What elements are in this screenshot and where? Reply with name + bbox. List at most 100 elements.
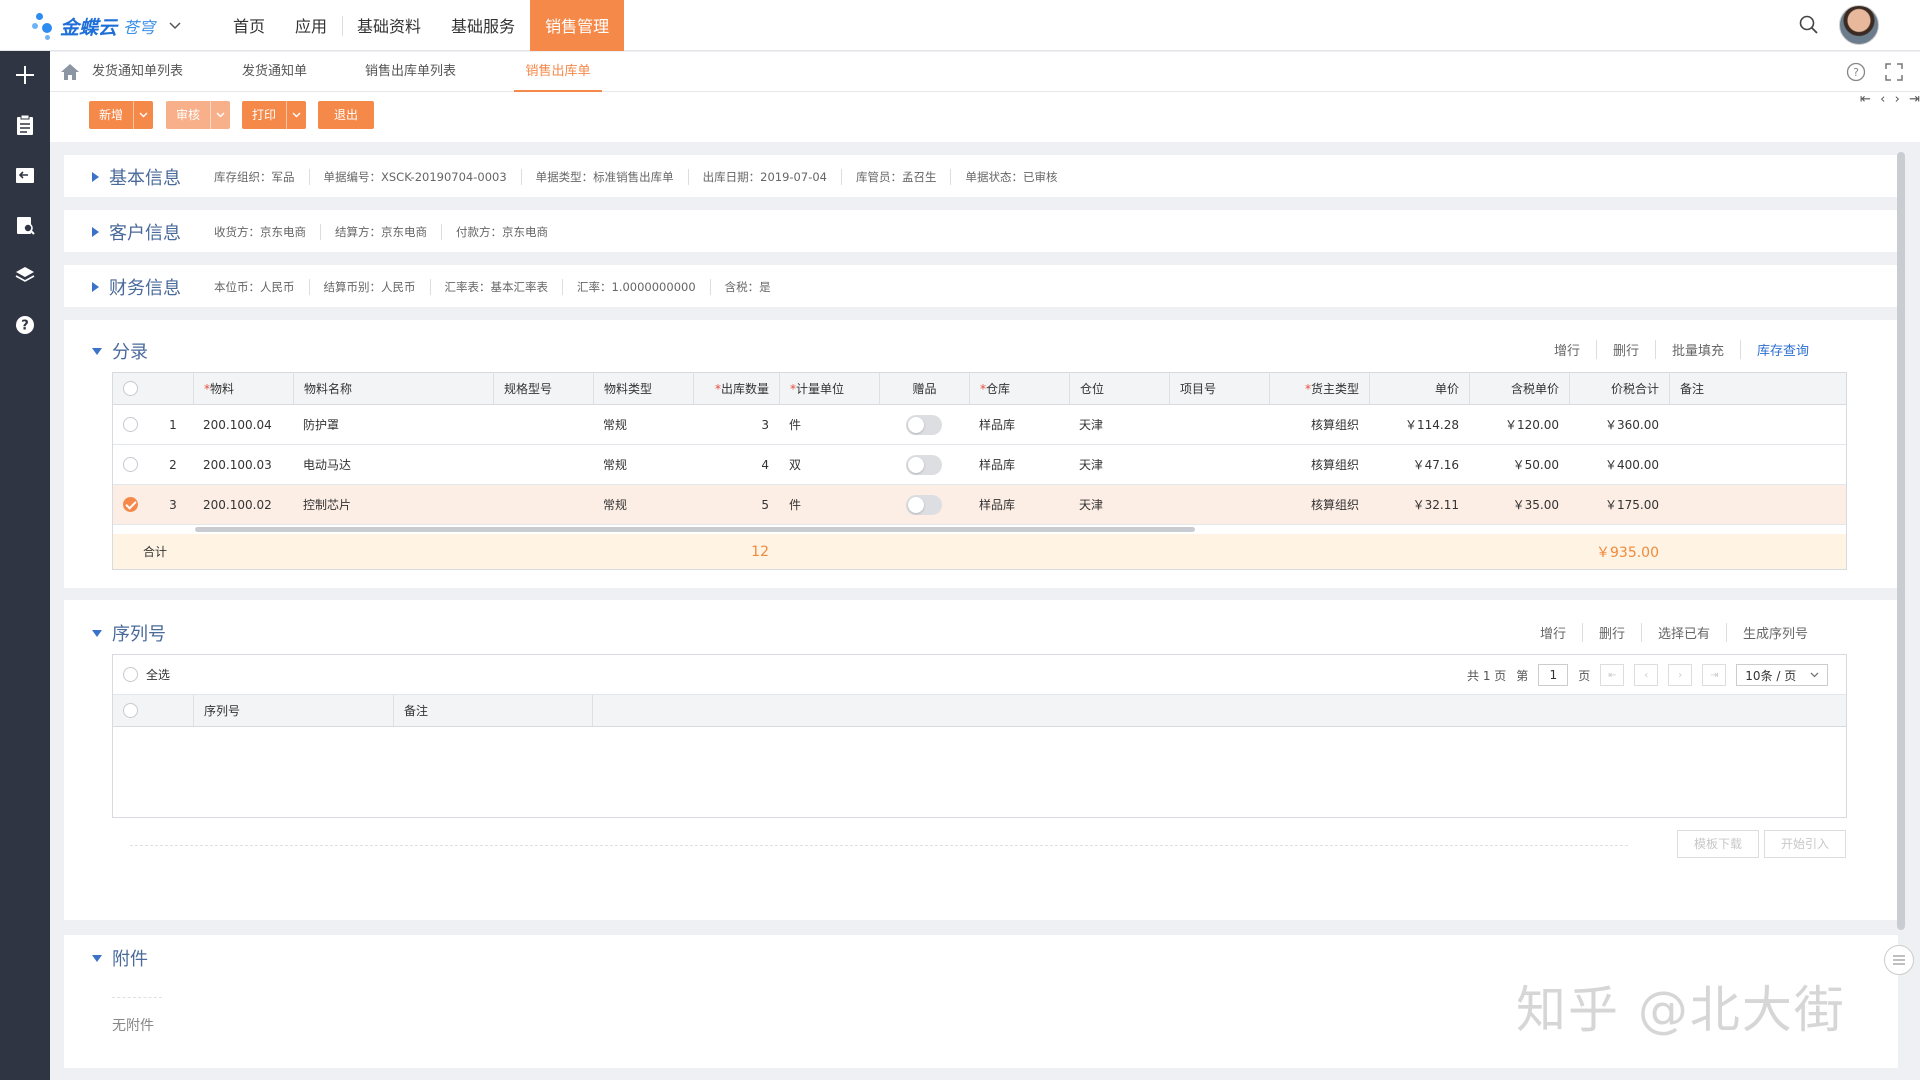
cell-warehouse[interactable]: 样品库 bbox=[969, 405, 1069, 444]
template-download-button[interactable]: 模板下载 bbox=[1677, 830, 1759, 858]
table-row-selected[interactable]: 3 200.100.02 控制芯片 常规 5 件 样品库 天津 核算组织 ￥32… bbox=[113, 485, 1846, 525]
nav-sales-management[interactable]: 销售管理 bbox=[530, 0, 625, 51]
exit-button[interactable]: 退出 bbox=[318, 101, 375, 129]
select-all-radio[interactable] bbox=[123, 381, 138, 396]
chevron-down-icon[interactable] bbox=[133, 101, 153, 129]
help-icon[interactable]: ? bbox=[13, 313, 37, 337]
select-all-radio[interactable] bbox=[123, 703, 138, 718]
start-import-button[interactable]: 开始引入 bbox=[1764, 830, 1846, 858]
cell-owner-type[interactable]: 核算组织 bbox=[1269, 405, 1369, 444]
table-row[interactable]: 2 200.100.03 电动马达 常规 4 双 样品库 天津 核算组织 ￥47… bbox=[113, 445, 1846, 485]
delete-row-button[interactable]: 删行 bbox=[1582, 623, 1641, 642]
vertical-scrollbar[interactable] bbox=[1897, 152, 1905, 930]
row-radio-cell[interactable] bbox=[113, 445, 153, 484]
layers-icon[interactable] bbox=[13, 263, 37, 287]
add-row-button[interactable]: 增行 bbox=[1538, 340, 1596, 359]
cell-location[interactable]: 天津 bbox=[1069, 445, 1169, 484]
cell-owner-type[interactable]: 核算组织 bbox=[1269, 445, 1369, 484]
attachments-header[interactable]: 附件 bbox=[92, 945, 148, 971]
search-icon[interactable] bbox=[1798, 14, 1820, 36]
select-existing-button[interactable]: 选择已有 bbox=[1641, 623, 1726, 642]
cell-material[interactable]: 200.100.04 bbox=[193, 405, 293, 444]
col-unit[interactable]: * 计量单位 bbox=[779, 373, 879, 404]
cell-location[interactable]: 天津 bbox=[1069, 405, 1169, 444]
col-gift[interactable]: 赠品 bbox=[879, 373, 969, 404]
first-record-icon[interactable]: ⇤ bbox=[1860, 92, 1871, 110]
row-radio-checked[interactable] bbox=[123, 497, 138, 512]
cell-unit[interactable]: 件 bbox=[779, 405, 879, 444]
cell-warehouse[interactable]: 样品库 bbox=[969, 485, 1069, 524]
tab-sales-outbound[interactable]: 销售出库单 bbox=[514, 52, 602, 92]
cell-material-name[interactable]: 防护罩 bbox=[293, 405, 493, 444]
prev-page-icon[interactable]: ‹ bbox=[1634, 664, 1659, 686]
nav-basic-data[interactable]: 基础资料 bbox=[342, 0, 436, 51]
gift-toggle-cell[interactable] bbox=[879, 485, 969, 524]
cell-tax-price[interactable]: ￥120.00 bbox=[1469, 405, 1569, 444]
customer-info-header[interactable]: 客户信息 bbox=[92, 219, 181, 245]
prev-record-icon[interactable]: ‹ bbox=[1880, 92, 1885, 110]
gift-toggle-cell[interactable] bbox=[879, 445, 969, 484]
col-material-name[interactable]: 物料名称 bbox=[293, 373, 493, 404]
stock-query-button[interactable]: 库存查询 bbox=[1740, 340, 1825, 359]
page-size-select[interactable]: 10条 / 页 bbox=[1736, 664, 1829, 686]
nav-apps[interactable]: 应用 bbox=[280, 0, 342, 51]
select-all-radio[interactable] bbox=[123, 667, 138, 682]
cell-material[interactable]: 200.100.02 bbox=[193, 485, 293, 524]
cell-material-name[interactable]: 电动马达 bbox=[293, 445, 493, 484]
col-warehouse[interactable]: * 仓库 bbox=[969, 373, 1069, 404]
entries-header[interactable]: 分录 bbox=[92, 338, 148, 364]
basic-info-header[interactable]: 基本信息 bbox=[92, 164, 181, 190]
cell-unit-price[interactable]: ￥32.11 bbox=[1369, 485, 1469, 524]
cell-quantity[interactable]: 4 bbox=[693, 445, 779, 484]
gift-toggle-cell[interactable] bbox=[879, 405, 969, 444]
col-remark[interactable]: 备注 bbox=[393, 695, 593, 726]
tab-delivery-notice-list[interactable]: 发货通知单列表 bbox=[92, 52, 183, 92]
cell-total[interactable]: ￥400.00 bbox=[1569, 445, 1669, 484]
print-button[interactable]: 打印 bbox=[242, 101, 307, 129]
col-serial-number[interactable]: 序列号 bbox=[193, 695, 393, 726]
add-row-button[interactable]: 增行 bbox=[1524, 623, 1582, 642]
cell-material-type[interactable]: 常规 bbox=[593, 485, 693, 524]
home-icon[interactable] bbox=[60, 63, 80, 81]
scrollbar-thumb[interactable] bbox=[195, 527, 1195, 532]
menu-lines-icon[interactable] bbox=[1884, 945, 1914, 975]
nav-basic-services[interactable]: 基础服务 bbox=[436, 0, 530, 51]
horizontal-scrollbar[interactable] bbox=[113, 525, 1846, 534]
generate-serial-button[interactable]: 生成序列号 bbox=[1726, 623, 1824, 642]
cell-quantity[interactable]: 3 bbox=[693, 405, 779, 444]
col-material[interactable]: * 物料 bbox=[193, 373, 293, 404]
tab-delivery-notice[interactable]: 发货通知单 bbox=[242, 52, 307, 92]
cell-unit[interactable]: 双 bbox=[779, 445, 879, 484]
select-all-cell[interactable] bbox=[113, 373, 193, 404]
cell-owner-type[interactable]: 核算组织 bbox=[1269, 485, 1369, 524]
select-all-cell[interactable] bbox=[113, 695, 193, 726]
cell-warehouse[interactable]: 样品库 bbox=[969, 445, 1069, 484]
app-logo[interactable]: 金蝶云 苍穹 bbox=[32, 8, 181, 44]
col-unit-price[interactable]: 单价 bbox=[1369, 373, 1469, 404]
cell-unit-price[interactable]: ￥47.16 bbox=[1369, 445, 1469, 484]
serials-header[interactable]: 序列号 bbox=[92, 620, 166, 646]
nav-home[interactable]: 首页 bbox=[218, 0, 280, 51]
user-avatar[interactable] bbox=[1839, 5, 1879, 45]
col-quantity[interactable]: * 出库数量 bbox=[693, 373, 779, 404]
cell-unit[interactable]: 件 bbox=[779, 485, 879, 524]
col-remark[interactable]: 备注 bbox=[1669, 373, 1847, 404]
delete-row-button[interactable]: 删行 bbox=[1596, 340, 1655, 359]
cell-location[interactable]: 天津 bbox=[1069, 485, 1169, 524]
cell-material-type[interactable]: 常规 bbox=[593, 445, 693, 484]
last-page-icon[interactable]: ⇥ bbox=[1702, 664, 1727, 686]
cell-total[interactable]: ￥360.00 bbox=[1569, 405, 1669, 444]
col-material-type[interactable]: 物料类型 bbox=[593, 373, 693, 404]
cell-material[interactable]: 200.100.03 bbox=[193, 445, 293, 484]
next-record-icon[interactable]: › bbox=[1895, 92, 1900, 110]
cell-total[interactable]: ￥175.00 bbox=[1569, 485, 1669, 524]
cell-material-name[interactable]: 控制芯片 bbox=[293, 485, 493, 524]
plus-icon[interactable] bbox=[13, 63, 37, 87]
cell-tax-price[interactable]: ￥35.00 bbox=[1469, 485, 1569, 524]
tab-sales-outbound-list[interactable]: 销售出库单列表 bbox=[365, 52, 456, 92]
page-input[interactable]: 1 bbox=[1538, 664, 1569, 686]
new-button[interactable]: 新增 bbox=[89, 101, 154, 129]
col-spec[interactable]: 规格型号 bbox=[493, 373, 593, 404]
gift-toggle[interactable] bbox=[906, 414, 942, 435]
col-location[interactable]: 仓位 bbox=[1069, 373, 1169, 404]
